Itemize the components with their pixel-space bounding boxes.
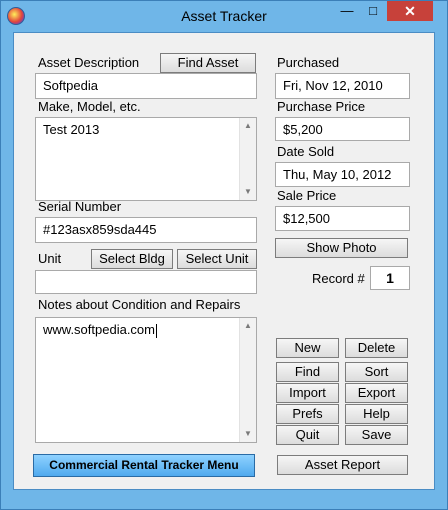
serial-number-label: Serial Number [38,199,122,214]
scroll-up-arrow-icon[interactable]: ▲ [240,118,256,134]
sort-button[interactable]: Sort [345,362,408,382]
find-asset-button[interactable]: Find Asset [160,53,256,73]
unit-field[interactable] [35,270,257,294]
purchase-price-field[interactable]: $5,200 [275,117,410,141]
save-button[interactable]: Save [345,425,408,445]
unit-label: Unit [38,251,62,266]
form-area: Asset Description Find Asset Softpedia M… [13,32,435,490]
purchase-price-label: Purchase Price [277,99,366,114]
show-photo-button[interactable]: Show Photo [275,238,408,258]
make-model-text: Test 2013 [43,122,100,137]
make-model-textarea[interactable]: Test 2013 ▲ ▼ [35,117,257,201]
select-unit-button[interactable]: Select Unit [177,249,257,269]
date-sold-field[interactable]: Thu, May 10, 2012 [275,162,410,187]
notes-text: www.softpedia.com [43,322,155,337]
text-cursor [156,323,157,338]
notes-textarea[interactable]: www.softpedia.com ▲ ▼ [35,317,257,443]
new-button[interactable]: New [276,338,339,358]
find-button[interactable]: Find [276,362,339,382]
notes-label: Notes about Condition and Repairs [38,297,241,312]
asset-description-label: Asset Description [38,55,140,70]
date-sold-label: Date Sold [277,144,335,159]
scroll-up-arrow-icon[interactable]: ▲ [240,318,256,334]
sale-price-label: Sale Price [277,188,337,203]
scroll-down-arrow-icon[interactable]: ▼ [240,426,256,442]
make-model-label: Make, Model, etc. [38,99,141,114]
close-button[interactable]: ✕ [387,1,433,21]
select-bldg-button[interactable]: Select Bldg [91,249,173,269]
notes-scrollbar[interactable]: ▲ ▼ [239,318,256,442]
maximize-button[interactable]: □ [360,1,386,21]
make-model-scrollbar[interactable]: ▲ ▼ [239,118,256,200]
prefs-button[interactable]: Prefs [276,404,339,424]
minimize-button[interactable]: — [334,1,360,21]
serial-number-field[interactable]: #123asx859sda445 [35,217,257,243]
delete-button[interactable]: Delete [345,338,408,358]
asset-report-button[interactable]: Asset Report [277,455,408,475]
purchased-field[interactable]: Fri, Nov 12, 2010 [275,73,410,99]
scroll-down-arrow-icon[interactable]: ▼ [240,184,256,200]
help-button[interactable]: Help [345,404,408,424]
export-button[interactable]: Export [345,383,408,403]
app-window: Asset Tracker — □ ✕ Asset Description Fi… [0,0,448,510]
quit-button[interactable]: Quit [276,425,339,445]
record-label: Record # [312,271,365,286]
purchased-label: Purchased [277,55,340,70]
import-button[interactable]: Import [276,383,339,403]
record-number-field[interactable]: 1 [370,266,410,290]
title-bar[interactable]: Asset Tracker — □ ✕ [1,1,447,31]
asset-description-field[interactable]: Softpedia [35,73,257,99]
commercial-rental-menu-button[interactable]: Commercial Rental Tracker Menu [33,454,255,477]
sale-price-field[interactable]: $12,500 [275,206,410,231]
